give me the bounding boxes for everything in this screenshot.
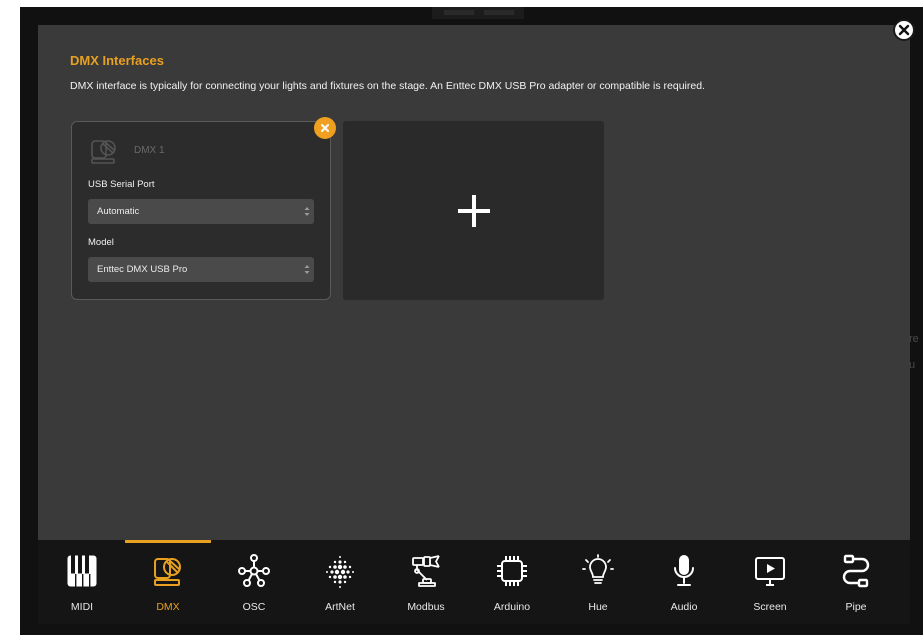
robot-arm-icon [412, 555, 440, 587]
piano-keys-icon [67, 555, 97, 587]
backdrop-toolbar-remnant [432, 7, 524, 19]
tab-label: MIDI [70, 601, 94, 613]
background-text-fragment: re [909, 333, 919, 345]
tab-label: Pipe [845, 601, 867, 613]
moving-head-light-icon [89, 136, 119, 171]
tab-label: DMX [156, 601, 180, 613]
chip-icon [497, 556, 527, 586]
tab-label: Modbus [407, 601, 445, 613]
tab-osc[interactable]: OSC [211, 540, 297, 624]
tab-screen[interactable]: Screen [727, 540, 813, 624]
light-bulb-icon [582, 554, 614, 584]
tab-dmx[interactable]: DMX [125, 540, 211, 624]
tab-audio[interactable]: Audio [641, 540, 727, 624]
add-interface-button[interactable] [343, 121, 604, 300]
select-arrows-icon [304, 265, 310, 274]
dmx-interface-card: DMX 1 USB Serial Port Automatic Model En… [71, 121, 331, 300]
microphone-icon [674, 555, 694, 586]
usb-port-select[interactable]: Automatic [88, 199, 314, 224]
page-description: DMX interface is typically for connectin… [70, 80, 705, 92]
tab-label: Arduino [493, 601, 531, 613]
protocol-tab-bar: MIDI DMX OSC ArtNet Modbus Arduino Hue A… [38, 540, 910, 624]
remove-interface-button[interactable] [314, 117, 336, 139]
model-value: Enttec DMX USB Pro [97, 264, 188, 275]
tab-pipe[interactable]: Pipe [813, 540, 899, 624]
screen-play-icon [755, 557, 785, 586]
tab-label: ArtNet [325, 601, 355, 613]
close-button[interactable] [893, 19, 915, 41]
tab-label: OSC [242, 601, 266, 613]
pipe-icon [842, 554, 870, 588]
close-icon [321, 124, 329, 132]
select-arrows-icon [304, 207, 310, 216]
usb-port-label: USB Serial Port [88, 179, 155, 190]
network-nodes-icon [238, 554, 270, 587]
tab-label: Audio [670, 601, 698, 613]
model-select[interactable]: Enttec DMX USB Pro [88, 257, 314, 282]
tab-artnet[interactable]: ArtNet [297, 540, 383, 624]
tab-label: Hue [588, 601, 608, 613]
plus-icon [457, 194, 490, 227]
close-icon [898, 24, 910, 36]
tab-label: Screen [753, 601, 787, 613]
model-label: Model [88, 237, 114, 248]
dot-matrix-icon [326, 556, 354, 588]
interface-name: DMX 1 [134, 145, 165, 156]
tab-midi[interactable]: MIDI [39, 540, 125, 624]
usb-port-value: Automatic [97, 206, 140, 217]
background-text-fragment: u [909, 359, 916, 371]
tab-hue[interactable]: Hue [555, 540, 641, 624]
tab-arduino[interactable]: Arduino [469, 540, 555, 624]
tab-modbus[interactable]: Modbus [383, 540, 469, 624]
page-title: DMX Interfaces [70, 53, 164, 68]
moving-head-light-icon [154, 558, 181, 586]
